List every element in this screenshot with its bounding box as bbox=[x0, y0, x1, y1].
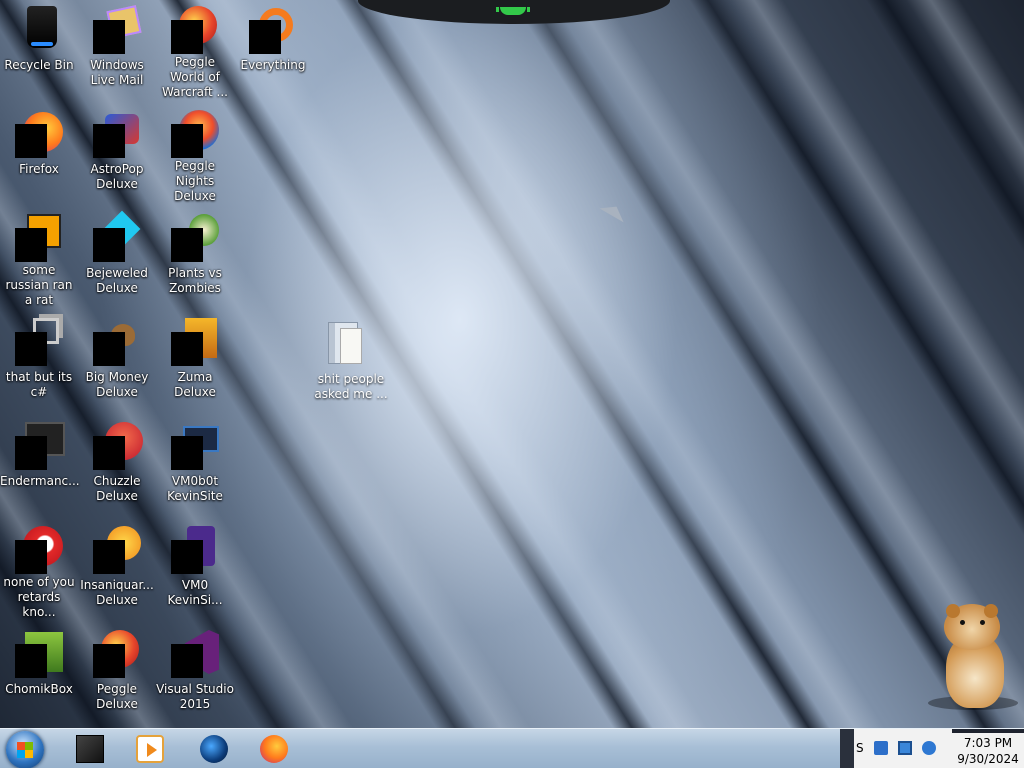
fish-icon bbox=[93, 526, 141, 574]
desktop-icon-peggle-wow[interactable]: Peggle World of Warcraft ... bbox=[156, 0, 234, 100]
recycle-bin-icon bbox=[15, 6, 63, 54]
taskbar-button-media-player[interactable] bbox=[122, 731, 176, 767]
desktop-icon-label: Bejeweled Deluxe bbox=[86, 266, 148, 295]
desktop-icon-vm0-kevinsite[interactable]: VM0 KevinSi... bbox=[156, 520, 234, 620]
desktop-icon-bejeweled[interactable]: Bejeweled Deluxe bbox=[78, 208, 156, 308]
globe-app-icon bbox=[200, 735, 228, 763]
firefox-icon bbox=[260, 735, 288, 763]
desktop-icon-label: Peggle World of Warcraft ... bbox=[162, 55, 228, 99]
gem-icon bbox=[93, 210, 141, 262]
chomikbox-icon bbox=[15, 630, 63, 678]
network-icon[interactable] bbox=[874, 741, 888, 755]
show-hidden-icons-button[interactable] bbox=[840, 729, 854, 768]
zuma-icon bbox=[171, 318, 219, 366]
taskbar-button-cube-app[interactable] bbox=[62, 731, 116, 767]
clock-time: 7:03 PM bbox=[963, 736, 1013, 750]
chuzzle-icon bbox=[93, 422, 143, 470]
desktop-icon-astropop[interactable]: AstroPop Deluxe bbox=[78, 104, 156, 204]
desktop-icon-big-money[interactable]: Big Money Deluxe bbox=[78, 312, 156, 412]
peggle-nights-icon bbox=[171, 110, 219, 158]
top-gadget bbox=[358, 0, 670, 24]
hamster-gadget[interactable] bbox=[928, 604, 1018, 712]
flower-icon bbox=[171, 214, 219, 262]
desktop-icon-label: none of you retards kno... bbox=[3, 575, 75, 619]
desktop-icon-label: Insaniquar... Deluxe bbox=[80, 578, 154, 607]
media-player-icon bbox=[136, 735, 164, 763]
desktop-icon-chuzzle[interactable]: Chuzzle Deluxe bbox=[78, 416, 156, 516]
tray-icons: S bbox=[854, 729, 952, 768]
mail-icon bbox=[93, 5, 142, 54]
desktop-icon-label: Windows Live Mail bbox=[90, 58, 144, 87]
desktop-icon-label: Peggle Nights Deluxe bbox=[174, 159, 216, 203]
desktop-icon-label: Big Money Deluxe bbox=[85, 370, 149, 399]
search-ring-icon bbox=[249, 6, 297, 54]
desktop-icon-label: Plants vs Zombies bbox=[168, 266, 222, 295]
peggle-deluxe-icon bbox=[93, 630, 141, 678]
astropop-icon bbox=[93, 110, 141, 158]
purple-app-icon bbox=[171, 526, 219, 574]
desktop: Recycle Bin Firefox some russian ran a r… bbox=[0, 0, 1024, 728]
desktop-icon-plants-vs-zombies[interactable]: Plants vs Zombies bbox=[156, 208, 234, 308]
volume-icon[interactable] bbox=[922, 741, 936, 755]
desktop-icon-label: Chuzzle Deluxe bbox=[93, 474, 141, 503]
system-tray: S 7:03 PM 9/30/2024 bbox=[840, 729, 1024, 768]
mouse-cursor-icon bbox=[599, 199, 629, 223]
taskbar-button-globe-app[interactable] bbox=[186, 731, 240, 767]
visual-studio-icon bbox=[171, 630, 219, 678]
tray-overflow-glyph: S bbox=[856, 741, 864, 755]
clock[interactable]: 7:03 PM 9/30/2024 bbox=[952, 733, 1024, 768]
desktop-icon-label: Zuma Deluxe bbox=[174, 370, 216, 399]
desktop-icon-vm0b0t[interactable]: VM0b0t KevinSite bbox=[156, 416, 234, 516]
desktop-icon-peggle-deluxe[interactable]: Peggle Deluxe bbox=[78, 624, 156, 724]
money-bag-icon bbox=[93, 318, 141, 366]
cube-app-icon bbox=[76, 735, 104, 763]
windows-start-icon[interactable] bbox=[6, 731, 44, 768]
desktop-icon-label: some russian ran a rat bbox=[5, 263, 73, 307]
stack-icon bbox=[15, 318, 63, 366]
file-icon bbox=[15, 214, 63, 262]
desktop-icon-label: that but its c# bbox=[5, 370, 73, 399]
peggle-icon bbox=[171, 6, 219, 54]
desktop-icon-chomikbox[interactable]: ChomikBox bbox=[0, 624, 78, 724]
desktop-icon-visual-studio[interactable]: Visual Studio 2015 bbox=[156, 624, 234, 724]
desktop-icon-label: VM0 KevinSi... bbox=[167, 578, 223, 607]
desktop-icon-rat-file[interactable]: some russian ran a rat bbox=[0, 208, 78, 308]
gadget-led-icon bbox=[496, 7, 530, 15]
desktop-icon-csharp[interactable]: that but its c# bbox=[0, 312, 78, 412]
folder-icon bbox=[328, 320, 362, 366]
desktop-icon-everything[interactable]: Everything bbox=[234, 0, 312, 100]
ring-icon bbox=[15, 526, 63, 574]
desktop-icon-label: Endermanc... bbox=[0, 474, 80, 488]
desktop-icon-firefox[interactable]: Firefox bbox=[0, 104, 78, 204]
desktop-icon-label: VM0b0t KevinSite bbox=[167, 474, 223, 503]
desktop-icon-recycle-bin[interactable]: Recycle Bin bbox=[0, 0, 78, 100]
desktop-icon-windows-live-mail[interactable]: Windows Live Mail bbox=[78, 0, 156, 100]
desktop-icon-insaniquarium[interactable]: Insaniquar... Deluxe bbox=[78, 520, 156, 620]
desktop-icon-label: Everything bbox=[240, 58, 306, 72]
desktop-icon-zuma[interactable]: Zuma Deluxe bbox=[156, 312, 234, 412]
desktop-icon-label: AstroPop Deluxe bbox=[90, 162, 144, 191]
clock-date: 9/30/2024 bbox=[957, 752, 1019, 766]
firefox-icon bbox=[15, 110, 63, 158]
taskbar-button-firefox[interactable] bbox=[246, 731, 300, 767]
action-center-icon[interactable] bbox=[898, 741, 912, 755]
desktop-icon-label: Recycle Bin bbox=[4, 58, 74, 72]
monitor-icon bbox=[171, 422, 219, 470]
desktop-icon-label: Visual Studio 2015 bbox=[156, 682, 234, 711]
desktop-icon-peggle-nights[interactable]: Peggle Nights Deluxe bbox=[156, 104, 234, 204]
desktop-folder-label: shit people asked me ... bbox=[314, 372, 388, 401]
desktop-folder[interactable]: shit people asked me ... bbox=[312, 316, 390, 406]
taskbar: S 7:03 PM 9/30/2024 bbox=[0, 728, 1024, 768]
desktop-icon-label: Firefox bbox=[19, 162, 59, 176]
desktop-icon-label: ChomikBox bbox=[5, 682, 73, 696]
desktop-icon-label: Peggle Deluxe bbox=[96, 682, 138, 711]
desktop-icon-none-of-you[interactable]: none of you retards kno... bbox=[0, 520, 78, 620]
console-icon bbox=[15, 422, 65, 470]
desktop-icon-endermanc[interactable]: Endermanc... bbox=[0, 416, 80, 516]
